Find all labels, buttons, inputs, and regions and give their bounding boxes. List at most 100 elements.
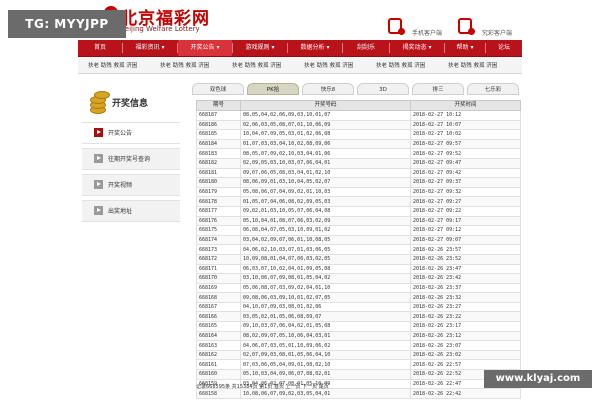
subnav-links[interactable]: 扶老 助残 救孤 济困 bbox=[88, 61, 137, 69]
table-row: 668172 10,09,08,01,04,07,06,03,02,05 2018-… bbox=[196, 253, 521, 265]
table-row: 668176 05,10,04,01,08,07,06,03,02,09 2018-… bbox=[196, 215, 521, 227]
cell-numbers: 08,05,04,02,06,09,03,10,01,07 bbox=[240, 110, 411, 121]
cell-numbers: 01,07,03,03,04,10,02,08,09,06 bbox=[240, 138, 411, 150]
cell-time: 2018-02-26 23:17 bbox=[410, 321, 521, 332]
table-row: 668174 03,04,02,09,07,06,01,10,08,05 2018-… bbox=[196, 234, 521, 246]
draw-info-sidebar: 开奖信息 开奖公告 往期开奖号查询 开奖视频 出奖地址 bbox=[82, 86, 180, 222]
cell-time: 2018-02-27 09:12 bbox=[410, 225, 521, 236]
table-row: 668182 02,09,05,03,10,03,07,06,04,01 2018-… bbox=[196, 157, 521, 169]
cell-issue: 668163 bbox=[196, 340, 241, 351]
nav-item-help[interactable]: 帮助 ▾ bbox=[445, 40, 485, 56]
column-header-time[interactable]: 开奖时间 bbox=[410, 100, 521, 111]
cell-issue: 668178 bbox=[196, 196, 241, 207]
mobile-client-label: 手机客户端 bbox=[412, 30, 443, 37]
column-header-issue[interactable]: 期号 bbox=[196, 100, 241, 111]
subnav-links[interactable]: 扶老 助残 救孤 济困 bbox=[232, 61, 281, 69]
cell-time: 2018-02-27 09:47 bbox=[410, 157, 521, 169]
table-row: 668183 08,05,07,09,02,10,03,04,01,06 2018-… bbox=[196, 148, 521, 159]
sidebar-item-draw-video[interactable]: 开奖视频 bbox=[82, 174, 180, 196]
cell-issue: 668177 bbox=[196, 205, 241, 217]
cell-numbers: 08,06,09,01,03,10,04,05,02,07 bbox=[240, 177, 411, 188]
cell-time: 2018-02-26 23:02 bbox=[410, 349, 521, 361]
nav-item-forum[interactable]: 论坛 bbox=[486, 40, 522, 56]
nav-item-data-analysis[interactable]: 数据分析 ▾ bbox=[288, 40, 342, 56]
sub-nav: 扶老 助残 救孤 济困 扶老 助残 救孤 济困 扶老 助残 救孤 济困 扶老 助… bbox=[78, 57, 522, 74]
table-row: 668178 01,05,07,04,06,08,02,09,05,03 2018-… bbox=[196, 196, 521, 207]
cell-time: 2018-02-26 23:52 bbox=[410, 253, 521, 265]
cell-issue: 668185 bbox=[196, 129, 241, 140]
sidebar-item-draw-announcement[interactable]: 开奖公告 bbox=[82, 122, 180, 144]
arrow-right-icon bbox=[94, 128, 103, 137]
cell-time: 2018-02-27 09:42 bbox=[410, 167, 521, 179]
tab-pk10[interactable]: PK拾 bbox=[247, 83, 299, 95]
cell-issue: 668170 bbox=[196, 273, 241, 284]
subnav-links[interactable]: 扶老 助残 救孤 济困 bbox=[376, 61, 425, 69]
cell-numbers: 09,08,06,03,09,10,01,02,07,05 bbox=[240, 292, 411, 303]
cell-issue: 668180 bbox=[196, 177, 241, 188]
table-row: 668186 02,06,03,05,08,07,01,10,06,09 2018-… bbox=[196, 119, 521, 131]
cell-time: 2018-02-27 10:07 bbox=[410, 119, 521, 131]
table-row: 668160 05,10,03,04,09,06,07,08,02,01 2018-… bbox=[196, 369, 521, 380]
cell-numbers: 04,06,02,10,03,07,01,03,06,05 bbox=[240, 244, 411, 255]
cell-numbers: 05,06,08,07,03,09,02,04,01,10 bbox=[240, 282, 411, 294]
tab-pl3[interactable]: 排三 bbox=[412, 83, 464, 95]
table-row: 668162 02,07,09,03,08,01,05,06,04,10 2018-… bbox=[196, 349, 521, 361]
sidebar-title: 开奖信息 bbox=[112, 99, 149, 109]
sidebar-item-history-query[interactable]: 往期开奖号查询 bbox=[82, 148, 180, 170]
nav-item-game-rules[interactable]: 游戏规则 ▾ bbox=[233, 40, 287, 56]
column-header-numbers[interactable]: 开奖号码 bbox=[240, 100, 411, 111]
draw-results-table: 期号 开奖号码 开奖时间 668187 08,05,04,02,06,09,03,… bbox=[196, 100, 521, 399]
cell-time: 2018-02-27 09:57 bbox=[410, 138, 521, 150]
table-row: 668166 03,05,02,01,05,06,08,09,07 2018-02-… bbox=[196, 311, 521, 323]
cell-issue: 668169 bbox=[196, 282, 241, 294]
nav-item-news[interactable]: 福彩资讯 ▾ bbox=[123, 40, 177, 56]
cell-time: 2018-02-26 23:32 bbox=[410, 292, 521, 303]
cell-issue: 668176 bbox=[196, 215, 241, 227]
cell-issue: 668186 bbox=[196, 119, 241, 131]
table-row: 668169 05,06,08,07,03,09,02,04,01,10 2018-… bbox=[196, 282, 521, 294]
tab-qlc[interactable]: 七乐彩 bbox=[467, 83, 519, 95]
nav-item-home[interactable]: 首页 bbox=[78, 40, 122, 56]
cell-numbers: 03,05,02,01,05,06,08,09,07 bbox=[240, 311, 411, 323]
cell-issue: 668166 bbox=[196, 311, 241, 323]
cell-time: 2018-02-26 22:42 bbox=[410, 388, 521, 399]
nav-item-draw-news[interactable]: 揭奖动态 ▾ bbox=[390, 40, 444, 56]
table-row: 668163 04,06,07,03,05,01,10,09,06,02 2018-… bbox=[196, 340, 521, 351]
cell-numbers: 05,10,03,04,09,06,07,08,02,01 bbox=[240, 369, 411, 380]
cell-numbers: 02,06,03,05,08,07,01,10,06,09 bbox=[240, 119, 411, 131]
cell-time: 2018-02-26 23:57 bbox=[410, 244, 521, 255]
subnav-links[interactable]: 扶老 助残 救孤 济困 bbox=[160, 61, 209, 69]
main-nav: 首页 福彩资讯 ▾ 开奖公告 ▾ 游戏规则 ▾ 数据分析 ▾ 刮刮乐 揭奖动态 … bbox=[78, 40, 522, 57]
tab-3d[interactable]: 3D bbox=[357, 83, 409, 95]
site-logo-subtitle: Beijing Welfare Lottery bbox=[120, 25, 200, 33]
cell-time: 2018-02-27 09:07 bbox=[410, 234, 521, 246]
cell-time: 2018-02-26 23:37 bbox=[410, 282, 521, 294]
cell-time: 2018-02-27 09:32 bbox=[410, 186, 521, 198]
sidebar-item-prize-locations[interactable]: 出奖地址 bbox=[82, 200, 180, 222]
cell-numbers: 08,05,07,09,02,10,03,04,01,06 bbox=[240, 148, 411, 159]
cell-issue: 668165 bbox=[196, 321, 241, 332]
subnav-links[interactable]: 扶老 助残 救孤 济困 bbox=[304, 61, 353, 69]
arrow-right-icon bbox=[94, 180, 103, 189]
coins-icon bbox=[86, 90, 110, 114]
cell-issue: 668171 bbox=[196, 263, 241, 275]
sidebar-item-label: 开奖公告 bbox=[108, 130, 133, 137]
cell-numbers: 07,03,06,05,04,09,01,08,02,10 bbox=[240, 359, 411, 371]
cell-numbers: 09,07,06,05,08,03,04,01,02,10 bbox=[240, 167, 411, 179]
tab-kl8[interactable]: 快乐8 bbox=[302, 83, 354, 95]
nav-item-scratch-cards[interactable]: 刮刮乐 bbox=[343, 40, 389, 56]
cell-issue: 668181 bbox=[196, 167, 241, 179]
table-header-row: 期号 开奖号码 开奖时间 bbox=[196, 100, 521, 111]
subnav-links[interactable]: 扶老 助残 救孤 济困 bbox=[448, 61, 497, 69]
cell-issue: 668167 bbox=[196, 301, 241, 313]
sidebar-item-label: 出奖地址 bbox=[108, 208, 133, 215]
cell-issue: 668158 bbox=[196, 388, 241, 399]
cell-time: 2018-02-27 09:27 bbox=[410, 196, 521, 207]
table-row: 668181 09,07,06,05,08,03,04,01,02,10 2018-… bbox=[196, 167, 521, 179]
nav-item-draw-results[interactable]: 开奖公告 ▾ bbox=[178, 40, 232, 56]
tab-ssq[interactable]: 双色球 bbox=[192, 83, 244, 95]
table-row: 668161 07,03,06,05,04,09,01,08,02,10 2018-… bbox=[196, 359, 521, 371]
pagination[interactable]: 记录668595条 共15384页 第1页 首页 上一页 下一页 尾页 bbox=[196, 383, 329, 390]
gold-client-label: 究彩客户端 bbox=[482, 30, 513, 37]
cell-issue: 668174 bbox=[196, 234, 241, 246]
